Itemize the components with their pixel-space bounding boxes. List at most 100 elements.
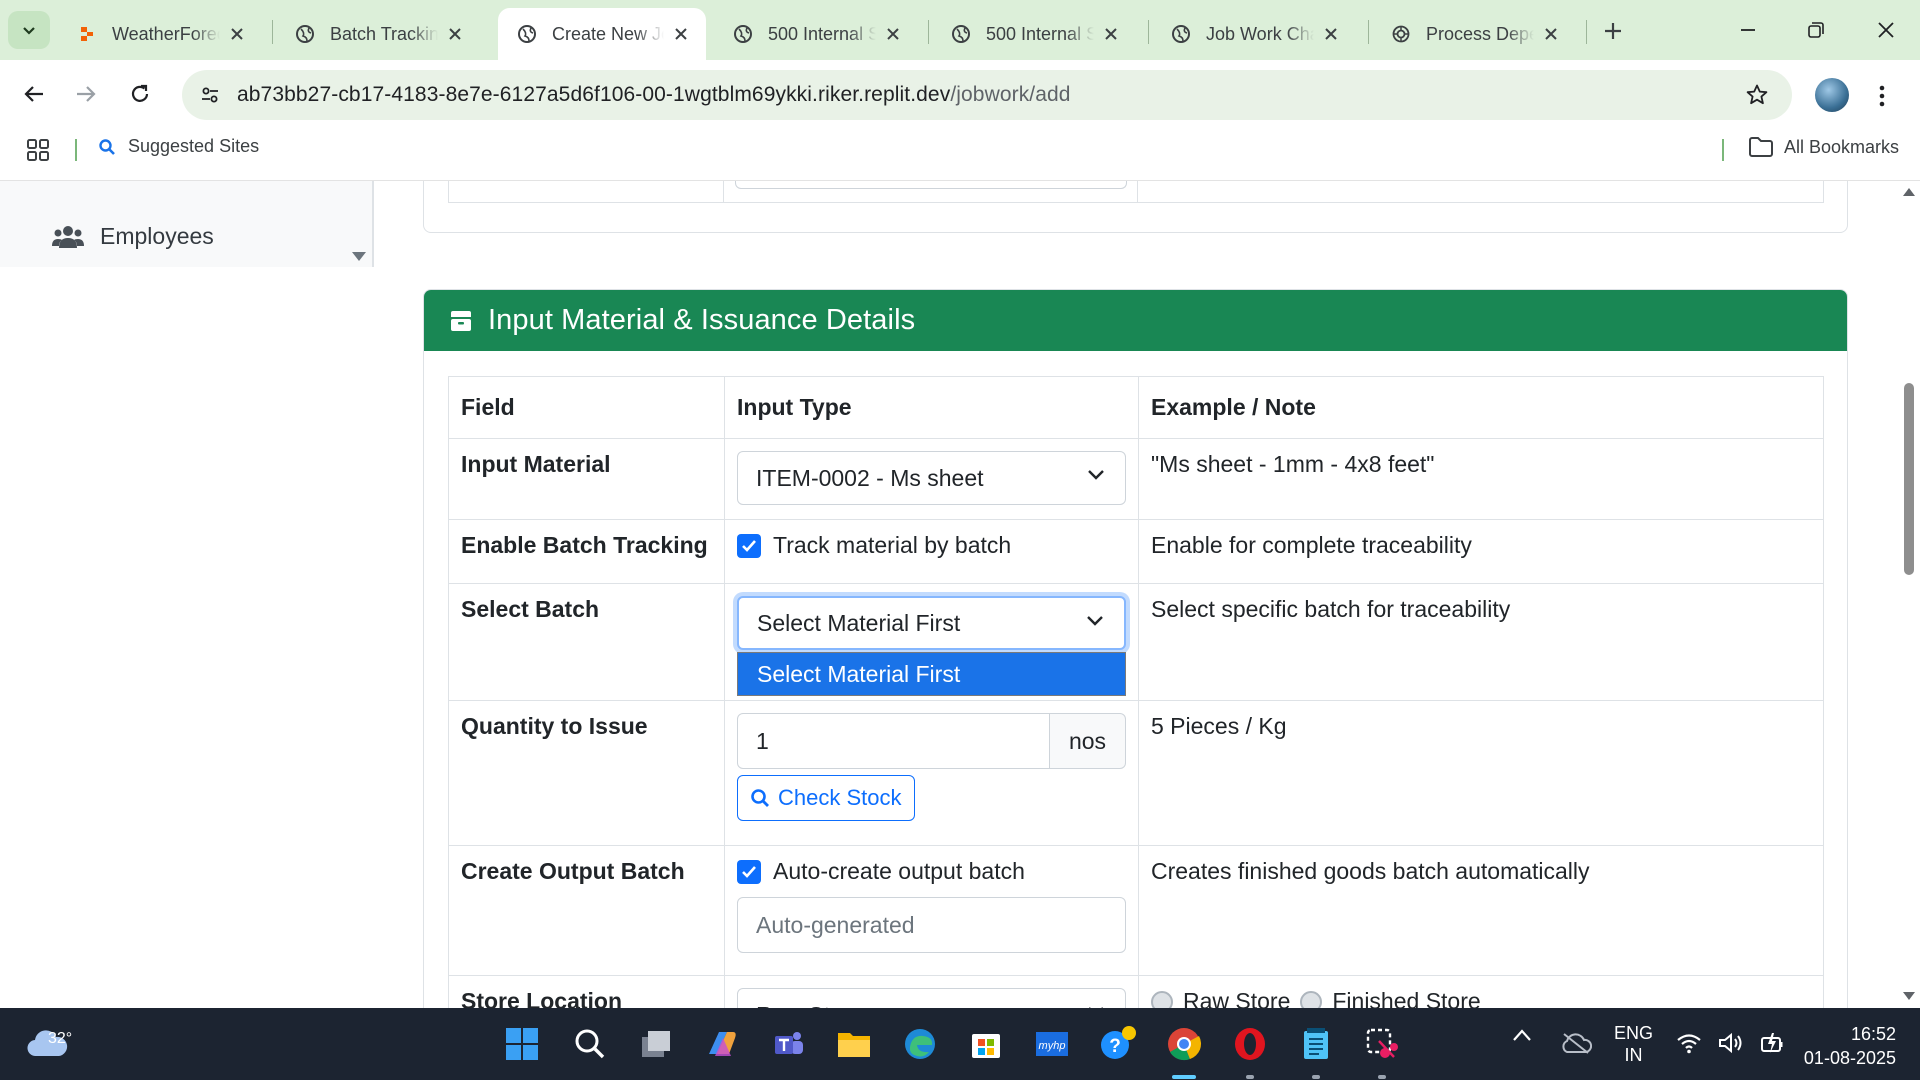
system-tray[interactable] xyxy=(1676,1032,1784,1054)
bookmarks-bar: Suggested Sites All Bookmarks xyxy=(0,130,1920,170)
batch-tracking-checkbox-row[interactable]: Track material by batch xyxy=(737,532,1126,559)
snipping-tool-icon[interactable] xyxy=(1360,1022,1404,1066)
arrow-right-icon xyxy=(77,86,96,102)
row-label: Store Location xyxy=(448,975,725,1010)
toolbar: ab73bb27-cb17-4183-8e7e-6127a5d6f106-00-… xyxy=(0,60,1920,190)
users-icon xyxy=(52,225,84,248)
table-row-output-batch: Create Output Batch Auto-create output b… xyxy=(448,845,1824,976)
profile-avatar[interactable] xyxy=(1815,78,1849,112)
onedrive-icon[interactable] xyxy=(1560,1032,1593,1059)
close-icon[interactable] xyxy=(444,23,466,45)
tab-500-error-2[interactable]: 500 Internal Server Error xyxy=(932,8,1136,60)
sidebar-item-employees[interactable]: Employees xyxy=(52,223,214,250)
check-stock-button[interactable]: Check Stock xyxy=(737,775,915,821)
table-row-select-batch: Select Batch Select Material First Selec… xyxy=(448,583,1824,701)
quantity-input[interactable]: 1 xyxy=(737,713,1050,769)
row-label: Select Batch xyxy=(448,583,725,701)
search-icon[interactable] xyxy=(568,1022,612,1066)
new-tab-button[interactable] xyxy=(1596,14,1630,48)
bookmark-suggested-sites[interactable]: Suggested Sites xyxy=(98,136,259,157)
row-label: Enable Batch Tracking xyxy=(448,519,725,584)
close-icon[interactable] xyxy=(1540,23,1562,45)
reload-button[interactable] xyxy=(120,74,160,114)
minimize-button[interactable] xyxy=(1718,8,1778,52)
output-batch-input[interactable]: Auto-generated xyxy=(737,897,1126,953)
language-indicator[interactable]: ENG IN xyxy=(1614,1022,1653,1066)
task-view-icon[interactable] xyxy=(634,1022,678,1066)
column-header-input-type: Input Type xyxy=(724,376,1139,439)
myhp-icon[interactable]: myhp xyxy=(1030,1022,1074,1066)
input-material-card: Input Material & Issuance Details Field … xyxy=(423,289,1848,1010)
table-row-input-material: Input Material ITEM-0002 - Ms sheet "Ms … xyxy=(448,438,1824,520)
page-viewport: Employees Input Material & Issuance Deta… xyxy=(0,180,1920,1010)
batch-select[interactable]: Select Material First xyxy=(737,596,1126,650)
row-note: Select specific batch for traceability xyxy=(1138,583,1824,701)
tab-weatherforecast[interactable]: WeatherForecast xyxy=(58,8,262,60)
all-bookmarks-button[interactable]: All Bookmarks xyxy=(1748,136,1899,158)
checkmark-icon xyxy=(742,539,756,552)
chrome-icon[interactable] xyxy=(1162,1022,1206,1066)
forward-button[interactable] xyxy=(66,74,106,114)
globe-icon xyxy=(1170,23,1192,45)
input-material-select[interactable]: ITEM-0002 - Ms sheet xyxy=(737,451,1126,505)
edge-icon[interactable] xyxy=(898,1022,942,1066)
tab-search-button[interactable] xyxy=(8,11,50,49)
wifi-icon xyxy=(1677,1034,1701,1054)
batch-tracking-checkbox[interactable] xyxy=(737,533,761,558)
close-icon[interactable] xyxy=(670,23,692,45)
output-batch-checkbox-row[interactable]: Auto-create output batch xyxy=(737,858,1126,885)
url-host: ab73bb27-cb17-4183-8e7e-6127a5d6f106-00-… xyxy=(237,83,951,106)
apps-grid-icon[interactable] xyxy=(26,138,50,167)
restore-button[interactable] xyxy=(1786,8,1846,52)
close-icon[interactable] xyxy=(1100,23,1122,45)
tab-strip: WeatherForecast Batch Tracking Create Ne… xyxy=(0,0,1920,60)
store-location-radios: Raw Store Finished Store xyxy=(1151,988,1811,1010)
bookmark-label: Suggested Sites xyxy=(128,136,260,156)
close-window-button[interactable] xyxy=(1856,8,1916,52)
column-header-note: Example / Note xyxy=(1138,376,1824,439)
quantity-input-group: 1 nos xyxy=(737,713,1126,769)
scroll-down-icon[interactable] xyxy=(1903,991,1915,1001)
bookmark-star-icon[interactable] xyxy=(1742,80,1772,110)
store-location-select[interactable]: Raw Store xyxy=(737,988,1126,1010)
tab-title: Job Work Challan xyxy=(1206,23,1314,44)
taskbar: 32° myhp ? ENG IN 16:52 01-08-2025 xyxy=(0,1008,1920,1080)
file-explorer-icon[interactable] xyxy=(832,1022,876,1066)
battery-charging-icon xyxy=(1761,1033,1783,1053)
notepad-icon[interactable] xyxy=(1294,1022,1338,1066)
tab-create-new-job-work[interactable]: Create New Job Work xyxy=(498,8,706,60)
microsoft-store-icon[interactable] xyxy=(964,1022,1008,1066)
tab-title: WeatherForecast xyxy=(112,23,220,44)
close-icon[interactable] xyxy=(1320,23,1342,45)
batch-dropdown-option[interactable]: Select Material First xyxy=(737,652,1126,696)
help-icon[interactable]: ? xyxy=(1096,1022,1140,1066)
clock[interactable]: 16:52 01-08-2025 xyxy=(1796,1022,1896,1070)
tab-title: 500 Internal Server Error xyxy=(986,23,1094,44)
chevron-down-icon xyxy=(1087,616,1103,626)
address-bar[interactable]: ab73bb27-cb17-4183-8e7e-6127a5d6f106-00-… xyxy=(182,70,1792,120)
close-icon[interactable] xyxy=(226,23,248,45)
tab-job-work-challan[interactable]: Job Work Challan xyxy=(1152,8,1356,60)
weather-widget[interactable]: 32° xyxy=(26,1020,72,1065)
tab-batch-tracking[interactable]: Batch Tracking xyxy=(276,8,480,60)
chevron-up-icon[interactable] xyxy=(1512,1028,1532,1047)
card-header: Input Material & Issuance Details xyxy=(424,290,1847,351)
tab-500-error-1[interactable]: 500 Internal Server Error xyxy=(714,8,918,60)
sidebar-scroll-down-icon[interactable] xyxy=(352,249,366,267)
back-button[interactable] xyxy=(14,74,54,114)
output-batch-checkbox[interactable] xyxy=(737,859,761,884)
globe-icon xyxy=(516,23,538,45)
menu-icon[interactable] xyxy=(1872,76,1892,116)
windows-start-icon[interactable] xyxy=(500,1022,544,1066)
tab-process-dependency[interactable]: Process Dependency xyxy=(1372,8,1576,60)
copilot-icon[interactable] xyxy=(700,1022,744,1066)
scroll-up-icon[interactable] xyxy=(1903,187,1915,197)
close-icon[interactable] xyxy=(882,23,904,45)
chrome-active-indicator xyxy=(1172,1075,1196,1079)
teams-icon[interactable] xyxy=(766,1022,810,1066)
page-scrollbar[interactable] xyxy=(1898,181,1920,1010)
site-info-icon[interactable] xyxy=(192,77,228,113)
scrollbar-thumb[interactable] xyxy=(1904,383,1914,575)
svg-text:myhp: myhp xyxy=(1039,1040,1066,1052)
opera-icon[interactable] xyxy=(1228,1022,1272,1066)
